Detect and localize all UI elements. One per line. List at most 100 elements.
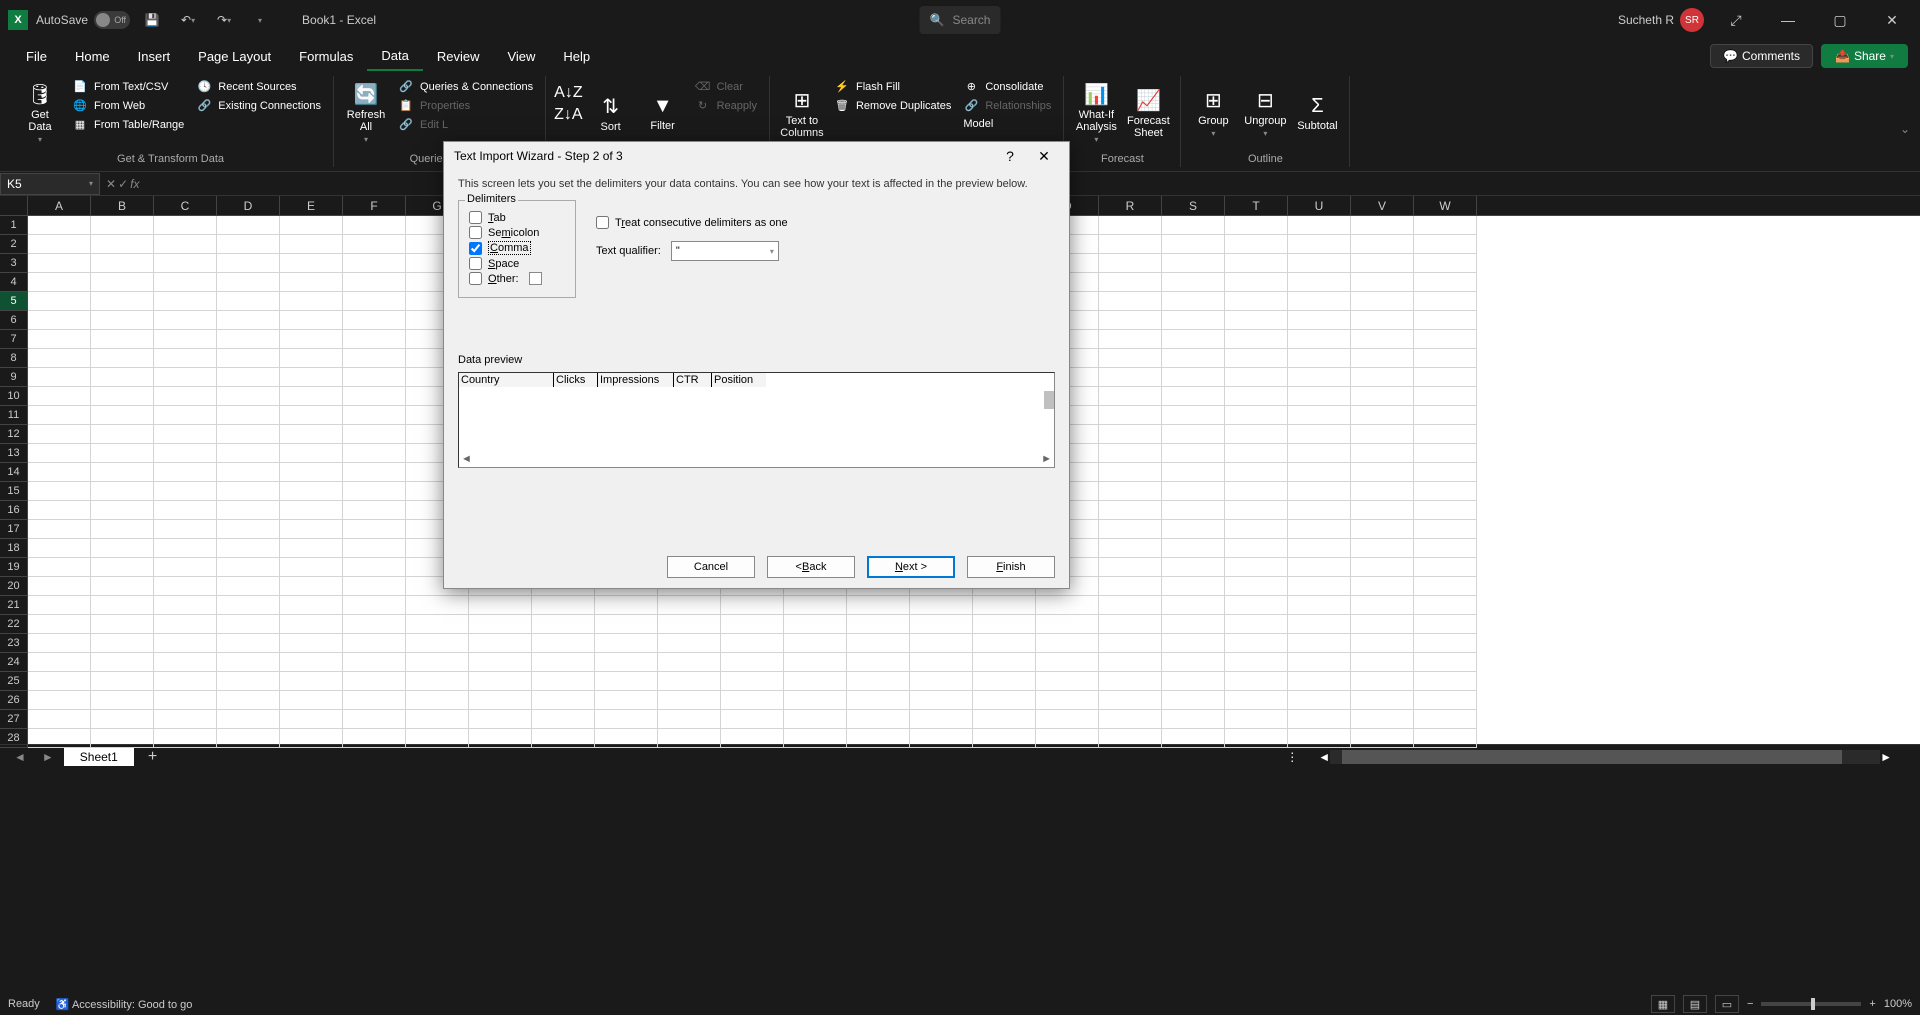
treat-consecutive[interactable]: Treat consecutive delimiters as one — [596, 216, 788, 229]
autosave-toggle[interactable]: Off — [94, 11, 130, 29]
cell[interactable] — [1099, 710, 1162, 729]
cell[interactable] — [343, 710, 406, 729]
cell[interactable] — [154, 691, 217, 710]
add-sheet-icon[interactable]: + — [138, 748, 167, 766]
column-header[interactable]: A — [28, 196, 91, 215]
cell[interactable] — [91, 216, 154, 235]
cell[interactable] — [1225, 634, 1288, 653]
zoom-in-icon[interactable]: + — [1869, 998, 1875, 1010]
cell[interactable] — [28, 425, 91, 444]
cell[interactable] — [847, 634, 910, 653]
cell[interactable] — [1036, 672, 1099, 691]
cell[interactable] — [1225, 387, 1288, 406]
cell[interactable] — [973, 653, 1036, 672]
cell[interactable] — [1162, 235, 1225, 254]
cell[interactable] — [1162, 710, 1225, 729]
cell[interactable] — [343, 558, 406, 577]
row-header[interactable]: 5 — [0, 292, 28, 311]
cell[interactable] — [217, 710, 280, 729]
cell[interactable] — [343, 653, 406, 672]
cell[interactable] — [217, 634, 280, 653]
cell[interactable] — [28, 387, 91, 406]
row-header[interactable]: 8 — [0, 349, 28, 368]
cell[interactable] — [1162, 596, 1225, 615]
cell[interactable] — [469, 596, 532, 615]
name-box[interactable]: K5▾ — [0, 173, 100, 195]
column-header[interactable]: R — [1099, 196, 1162, 215]
cell[interactable] — [1288, 501, 1351, 520]
cell[interactable] — [154, 349, 217, 368]
cell[interactable] — [154, 558, 217, 577]
cell[interactable] — [91, 520, 154, 539]
cell[interactable] — [1099, 311, 1162, 330]
tab-data[interactable]: Data — [367, 42, 422, 71]
cell[interactable] — [280, 653, 343, 672]
cell[interactable] — [1162, 653, 1225, 672]
cell[interactable] — [343, 501, 406, 520]
delimiter-tab[interactable]: Tab — [469, 211, 565, 224]
cell[interactable] — [343, 292, 406, 311]
cell[interactable] — [1288, 311, 1351, 330]
cell[interactable] — [784, 596, 847, 615]
cell[interactable] — [595, 691, 658, 710]
cell[interactable] — [217, 444, 280, 463]
cell[interactable] — [1162, 254, 1225, 273]
cell[interactable] — [973, 615, 1036, 634]
dialog-help-icon[interactable]: ? — [995, 144, 1025, 168]
cell[interactable] — [784, 653, 847, 672]
cell[interactable] — [658, 729, 721, 748]
cell[interactable] — [1288, 235, 1351, 254]
cell[interactable] — [28, 539, 91, 558]
cell[interactable] — [721, 615, 784, 634]
cell[interactable] — [343, 615, 406, 634]
cell[interactable] — [1225, 463, 1288, 482]
cell[interactable] — [1099, 520, 1162, 539]
row-header[interactable]: 7 — [0, 330, 28, 349]
cell[interactable] — [1351, 615, 1414, 634]
cell[interactable] — [658, 596, 721, 615]
relationships-button[interactable]: 🔗Relationships — [959, 97, 1055, 114]
cell[interactable] — [1225, 691, 1288, 710]
cell[interactable] — [784, 634, 847, 653]
delimiter-comma[interactable]: Comma — [469, 241, 565, 255]
cell[interactable] — [1225, 596, 1288, 615]
cell[interactable] — [973, 691, 1036, 710]
cell[interactable] — [1099, 349, 1162, 368]
from-web-button[interactable]: 🌐From Web — [68, 97, 188, 114]
cell[interactable] — [595, 672, 658, 691]
cell[interactable] — [973, 710, 1036, 729]
cell[interactable] — [1288, 406, 1351, 425]
space-checkbox[interactable] — [469, 257, 482, 270]
row-header[interactable]: 3 — [0, 254, 28, 273]
column-header[interactable]: B — [91, 196, 154, 215]
share-button[interactable]: 📤 Share ▾ — [1821, 44, 1908, 68]
cell[interactable] — [91, 425, 154, 444]
sheet-prev-icon[interactable]: ◄ — [8, 750, 32, 764]
cell[interactable] — [280, 577, 343, 596]
cell[interactable] — [280, 425, 343, 444]
tab-page-layout[interactable]: Page Layout — [184, 43, 285, 70]
cell[interactable] — [154, 634, 217, 653]
cell[interactable] — [1099, 368, 1162, 387]
cell[interactable] — [343, 672, 406, 691]
cell[interactable] — [1099, 558, 1162, 577]
user-account[interactable]: Sucheth R SR — [1618, 8, 1704, 32]
cell[interactable] — [1351, 539, 1414, 558]
cell[interactable] — [1288, 292, 1351, 311]
cell[interactable] — [28, 501, 91, 520]
whatif-button[interactable]: 📊What-If Analysis▾ — [1072, 78, 1120, 148]
cell[interactable] — [1162, 539, 1225, 558]
cell[interactable] — [154, 539, 217, 558]
cell[interactable] — [343, 368, 406, 387]
cell[interactable] — [280, 311, 343, 330]
cell[interactable] — [280, 520, 343, 539]
cell[interactable] — [28, 216, 91, 235]
autosave[interactable]: AutoSave Off — [36, 11, 130, 29]
undo-icon[interactable]: ↶▾ — [174, 6, 202, 34]
cell[interactable] — [217, 292, 280, 311]
cell[interactable] — [658, 653, 721, 672]
cell[interactable] — [910, 672, 973, 691]
cell[interactable] — [1225, 672, 1288, 691]
filter-button[interactable]: ▼Filter — [639, 78, 687, 148]
cell[interactable] — [1351, 577, 1414, 596]
